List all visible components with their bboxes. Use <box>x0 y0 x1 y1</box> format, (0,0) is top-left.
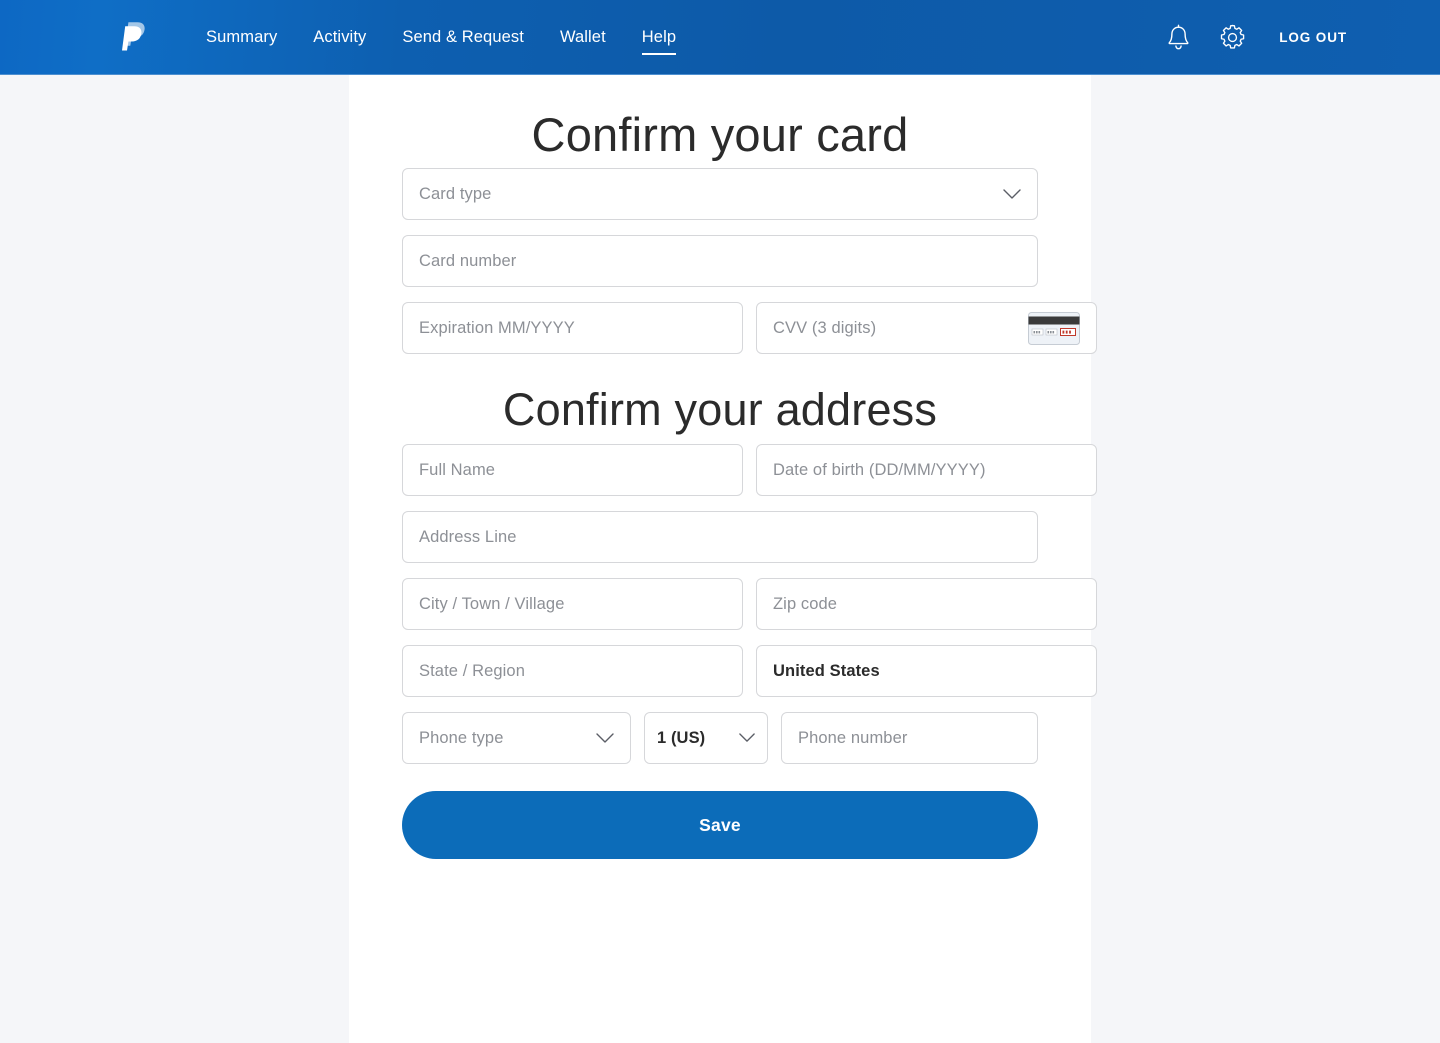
phone-number-input[interactable]: Phone number <box>781 712 1038 764</box>
card-number-input[interactable]: Card number <box>402 235 1038 287</box>
city-input[interactable]: City / Town / Village <box>402 578 743 630</box>
form-panel: Confirm your card Card type Card number … <box>349 75 1097 1043</box>
zip-code-placeholder: Zip code <box>773 594 838 613</box>
full-name-input[interactable]: Full Name <box>402 444 743 496</box>
chevron-down-icon <box>1003 188 1021 200</box>
card-number-placeholder: Card number <box>419 251 517 270</box>
cvv-input[interactable]: CVV (3 digits) <box>756 302 1097 354</box>
nav-link-summary[interactable]: Summary <box>188 17 295 57</box>
date-of-birth-placeholder: Date of birth (DD/MM/YYYY) <box>773 460 986 479</box>
state-country-row: State / Region United States <box>402 645 1097 697</box>
card-type-placeholder: Card type <box>419 184 492 203</box>
top-navigation-bar: Summary Activity Send & Request Wallet H… <box>0 0 1440 75</box>
card-section-title: Confirm your card <box>531 108 909 161</box>
address-line-input[interactable]: Address Line <box>402 511 1038 563</box>
expiration-placeholder: Expiration MM/YYYY <box>419 318 575 337</box>
state-region-input[interactable]: State / Region <box>402 645 743 697</box>
card-type-select[interactable]: Card type <box>402 168 1038 220</box>
city-zip-row: City / Town / Village Zip code <box>402 578 1097 630</box>
expiration-cvv-row: Expiration MM/YYYY CVV (3 digits) <box>402 302 1097 354</box>
name-dob-row: Full Name Date of birth (DD/MM/YYYY) <box>402 444 1097 496</box>
date-of-birth-input[interactable]: Date of birth (DD/MM/YYYY) <box>756 444 1097 496</box>
phone-country-code-value: 1 (US) <box>657 728 706 747</box>
nav-link-label: Help <box>641 28 677 46</box>
nav-link-label: Summary <box>206 28 278 46</box>
nav-link-activity[interactable]: Activity <box>295 17 384 57</box>
expiration-input[interactable]: Expiration MM/YYYY <box>402 302 743 354</box>
settings-button[interactable] <box>1205 15 1259 59</box>
save-button[interactable]: Save <box>402 791 1038 859</box>
logout-button[interactable]: LOG OUT <box>1279 30 1347 45</box>
country-value: United States <box>773 661 880 680</box>
notifications-button[interactable] <box>1151 15 1205 59</box>
card-back-cvv-icon <box>1028 311 1080 345</box>
phone-type-placeholder: Phone type <box>419 728 504 747</box>
zip-code-input[interactable]: Zip code <box>756 578 1097 630</box>
paypal-logo-icon[interactable] <box>118 17 152 57</box>
address-line-placeholder: Address Line <box>419 527 517 546</box>
city-placeholder: City / Town / Village <box>419 594 565 613</box>
cvv-placeholder: CVV (3 digits) <box>773 318 877 337</box>
country-select[interactable]: United States <box>756 645 1097 697</box>
nav-links: Summary Activity Send & Request Wallet H… <box>188 17 694 57</box>
full-name-placeholder: Full Name <box>419 460 496 479</box>
nav-link-send-request[interactable]: Send & Request <box>384 17 542 57</box>
phone-row: Phone type 1 (US) Phone number <box>402 712 1038 764</box>
nav-link-help[interactable]: Help <box>624 17 694 57</box>
address-line-row: Address Line <box>402 511 1038 563</box>
chevron-down-icon <box>596 732 614 744</box>
phone-type-select[interactable]: Phone type <box>402 712 631 764</box>
nav-link-label: Wallet <box>559 28 606 46</box>
address-section-title: Confirm your address <box>502 384 938 435</box>
chevron-down-icon <box>739 733 755 743</box>
logout-label: LOG OUT <box>1279 29 1347 45</box>
state-region-placeholder: State / Region <box>419 661 525 680</box>
page-body: Confirm your card Card type Card number … <box>0 75 1440 1043</box>
phone-number-placeholder: Phone number <box>798 728 908 747</box>
nav-actions: LOG OUT <box>1151 15 1347 59</box>
nav-link-label: Send & Request <box>402 28 524 46</box>
gear-icon <box>1220 24 1244 49</box>
phone-country-code-select[interactable]: 1 (US) <box>644 712 768 764</box>
bell-icon <box>1168 24 1189 49</box>
card-type-row: Card type <box>402 168 1038 220</box>
nav-link-wallet[interactable]: Wallet <box>542 17 624 57</box>
card-number-row: Card number <box>402 235 1038 287</box>
nav-link-label: Activity <box>313 28 367 46</box>
